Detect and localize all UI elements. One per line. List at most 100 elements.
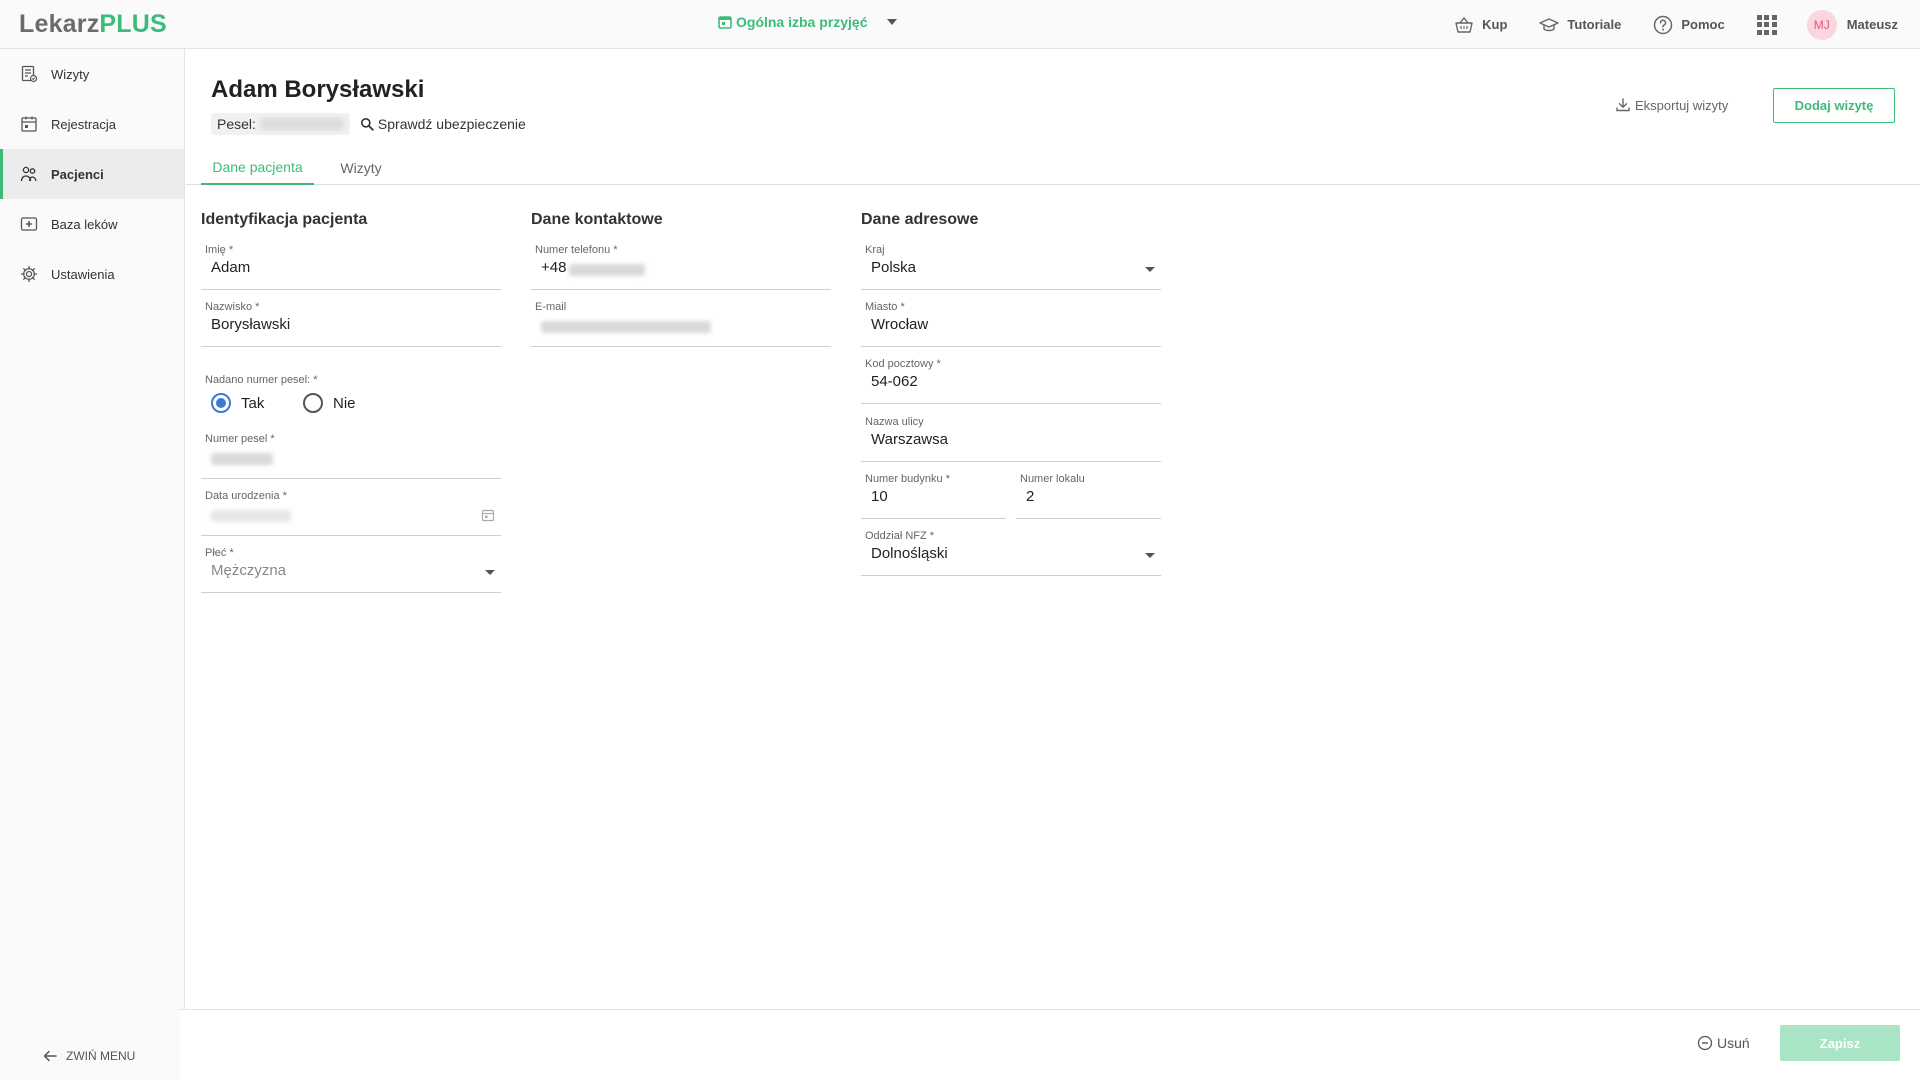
radio-label: Tak	[241, 394, 265, 412]
field-label: Numer telefonu *	[535, 244, 618, 256]
logo-text-plus: PLUS	[99, 10, 167, 38]
sidebar-item-registration[interactable]: Rejestracja	[0, 99, 184, 149]
sidebar-item-visits[interactable]: Wizyty	[0, 49, 184, 99]
visits-icon	[21, 65, 38, 83]
building-number-field[interactable]: Numer budynku * 10	[861, 473, 1006, 519]
pesel-label: Pesel:	[217, 116, 256, 132]
radio-checked-icon	[211, 393, 231, 413]
location-selector[interactable]: Ogólna izba przyjęć	[718, 14, 898, 30]
section-title-address: Dane adresowe	[861, 211, 979, 228]
calendar-icon[interactable]	[481, 508, 495, 522]
add-visit-button[interactable]: Dodaj wizytę	[1773, 88, 1895, 123]
radio-pesel-yes[interactable]: Tak	[211, 393, 264, 413]
sidebar-item-label: Baza leków	[51, 216, 118, 232]
pesel-badge: Pesel:	[211, 113, 350, 135]
field-value: Dolnośląski	[871, 545, 948, 562]
first-name-field[interactable]: Imię * Adam	[201, 244, 501, 290]
field-label: Nazwisko *	[205, 301, 260, 313]
apartment-number-field[interactable]: Numer lokalu 2	[1016, 473, 1161, 519]
field-value: 10	[871, 488, 888, 505]
nfz-branch-select[interactable]: Oddział NFZ * Dolnośląski	[861, 530, 1161, 576]
street-field[interactable]: Nazwa ulicy Warszawsa	[861, 416, 1161, 462]
field-label: Kod pocztowy *	[865, 358, 941, 370]
field-value: 2	[1026, 488, 1035, 505]
logo-text-lekarz: Lekarz	[19, 10, 100, 38]
section-title-contact: Dane kontaktowe	[531, 211, 663, 228]
check-insurance-label: Sprawdź ubezpieczenie	[377, 116, 526, 132]
phone-prefix: +48	[541, 259, 567, 276]
graduation-cap-icon	[1539, 17, 1560, 31]
field-value: Wrocław	[871, 316, 929, 333]
buy-label: Kup	[1482, 17, 1508, 32]
apps-grid-icon[interactable]	[1756, 14, 1777, 35]
export-visits-button[interactable]: Eksportuj wizyty	[1615, 97, 1728, 113]
tab-patient-data[interactable]: Dane pacjenta	[201, 150, 314, 185]
pesel-number-redacted	[211, 453, 273, 465]
top-bar: LekarzPLUS Ogólna izba przyjęć Kup Tutor…	[0, 0, 1920, 49]
field-value: Borysławski	[211, 316, 291, 333]
country-select[interactable]: Kraj Polska	[861, 244, 1161, 290]
tutorials-label: Tutoriale	[1567, 17, 1622, 32]
tab-bar: Dane pacjenta Wizyty	[186, 150, 1920, 185]
pesel-value-redacted	[259, 118, 344, 130]
avatar[interactable]: MJ	[1806, 9, 1837, 40]
tab-visits[interactable]: Wizyty	[321, 150, 401, 185]
medicine-icon	[20, 217, 38, 231]
radio-label: Nie	[333, 394, 356, 412]
field-label: Nazwa ulicy	[865, 416, 924, 428]
check-insurance-button[interactable]: Sprawdź ubezpieczenie	[360, 116, 526, 132]
help-button[interactable]: Pomoc	[1653, 15, 1725, 35]
last-name-field[interactable]: Nazwisko * Borysławski	[201, 301, 501, 347]
radio-pesel-no[interactable]: Nie	[303, 393, 356, 413]
sidebar-item-label: Rejestracja	[51, 116, 117, 132]
field-label: Imię *	[205, 244, 234, 256]
calendar-icon	[718, 16, 732, 29]
sidebar-item-label: Wizyty	[51, 66, 90, 82]
chevron-down-icon	[887, 19, 898, 25]
search-icon	[360, 118, 374, 131]
export-visits-label: Eksportuj wizyty	[1635, 97, 1729, 113]
field-label: Płeć *	[205, 547, 234, 559]
sidebar-item-medicine-base[interactable]: Baza leków	[0, 199, 184, 249]
field-label: Kraj	[865, 244, 885, 256]
buy-button[interactable]: Kup	[1454, 15, 1507, 35]
arrow-left-icon	[43, 1050, 57, 1062]
page-title: Adam Borysławski	[211, 76, 425, 103]
collapse-menu-label: ZWIŃ MENU	[66, 1049, 136, 1063]
chevron-down-icon	[1145, 553, 1155, 558]
field-label: Miasto *	[865, 301, 905, 313]
delete-button[interactable]: Usuń	[1697, 1035, 1750, 1051]
birth-date-field[interactable]: Data urodzenia *	[201, 490, 501, 536]
field-label: Numer pesel *	[205, 433, 275, 445]
location-label: Ogólna izba przyjęć	[736, 14, 868, 30]
app-logo[interactable]: LekarzPLUS	[19, 10, 167, 39]
help-icon	[1654, 15, 1673, 34]
sidebar-item-settings[interactable]: Ustawienia	[0, 249, 184, 299]
minus-circle-icon	[1697, 1035, 1713, 1051]
field-label: Numer budynku *	[865, 473, 950, 485]
email-field[interactable]: E-mail	[531, 301, 831, 347]
pesel-number-field[interactable]: Numer pesel *	[201, 433, 501, 479]
gender-select[interactable]: Płeć * Mężczyzna	[201, 547, 501, 593]
patients-icon	[20, 166, 37, 182]
sidebar: Wizyty Rejestracja Pacjenci Baza leków U…	[0, 49, 185, 1080]
field-label: Numer lokalu	[1020, 473, 1085, 485]
city-field[interactable]: Miasto * Wrocław	[861, 301, 1161, 347]
collapse-menu-button[interactable]: ZWIŃ MENU	[42, 1048, 135, 1064]
field-value: Adam	[211, 259, 251, 276]
sidebar-item-patients[interactable]: Pacjenci	[0, 149, 184, 199]
field-label: E-mail	[535, 301, 567, 313]
sidebar-item-label: Pacjenci	[51, 166, 104, 182]
user-name[interactable]: Mateusz	[1847, 17, 1898, 32]
save-button[interactable]: Zapisz	[1780, 1025, 1900, 1061]
radio-unchecked-icon	[303, 393, 323, 413]
tutorials-button[interactable]: Tutoriale	[1539, 15, 1621, 35]
postal-code-field[interactable]: Kod pocztowy * 54-062	[861, 358, 1161, 404]
field-value: Warszawsa	[871, 431, 948, 448]
field-label: Oddział NFZ *	[865, 530, 935, 542]
phone-field[interactable]: Numer telefonu * +48	[531, 244, 831, 290]
bottom-action-bar	[180, 1009, 1920, 1080]
sidebar-item-label: Ustawienia	[51, 266, 115, 282]
gear-icon	[20, 265, 38, 283]
delete-label: Usuń	[1717, 1035, 1750, 1051]
